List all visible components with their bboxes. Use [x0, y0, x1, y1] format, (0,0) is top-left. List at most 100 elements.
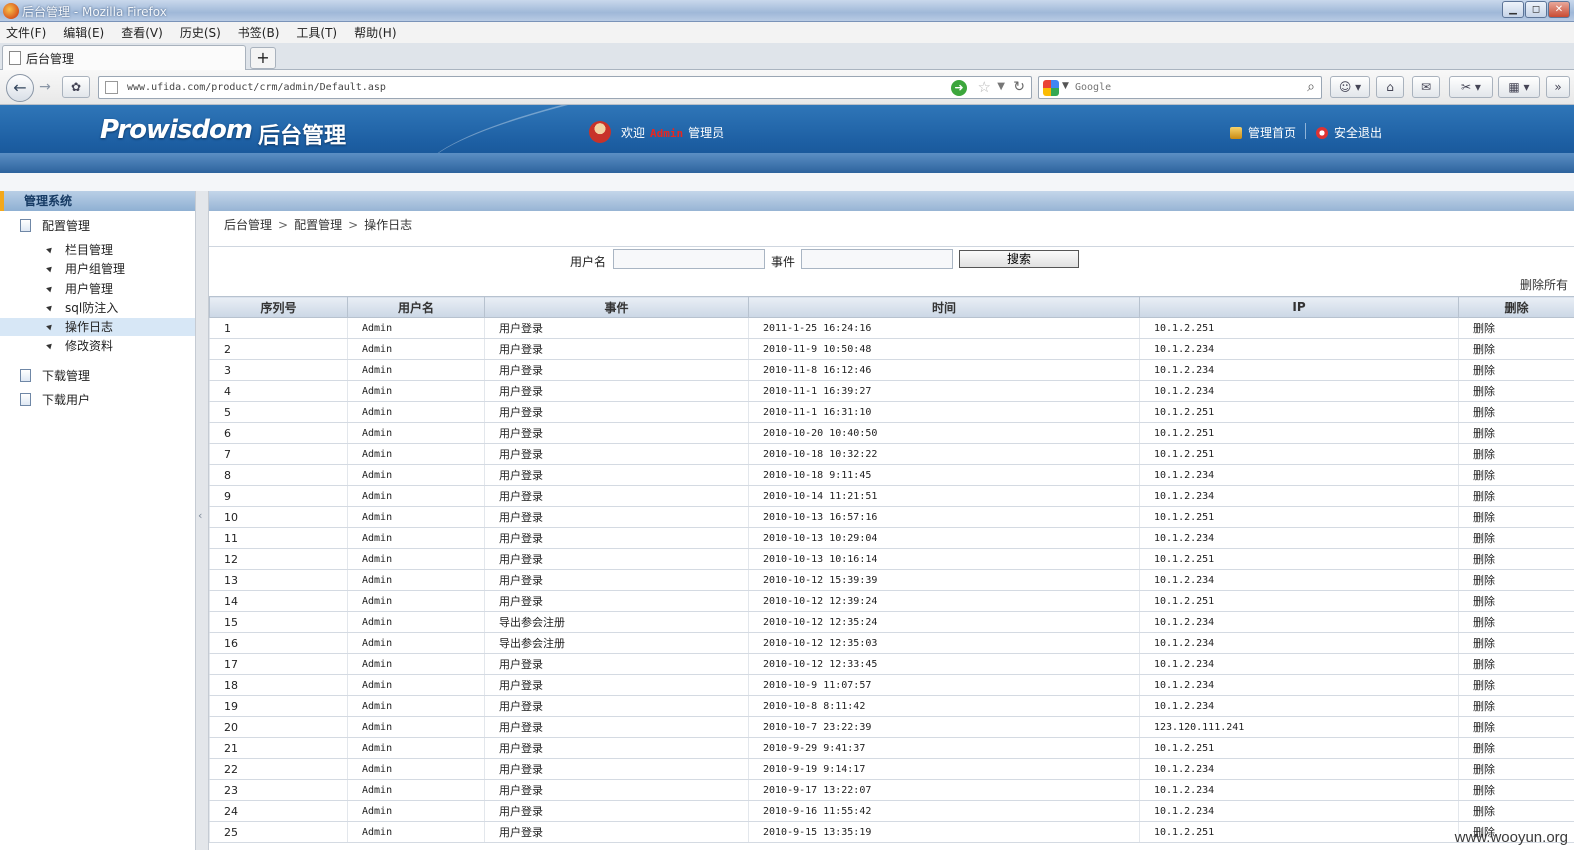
- row-ip: 10.1.2.234: [1139, 485, 1459, 507]
- row-ip: 10.1.2.234: [1139, 674, 1459, 696]
- search-bar[interactable]: ▼ ⌕: [1038, 76, 1322, 99]
- table-row: 14 Admin 用户登录 2010-10-12 12:39:24 10.1.2.251…: [209, 590, 1574, 612]
- row-delete-link[interactable]: 删除: [1458, 380, 1574, 402]
- url-input[interactable]: [127, 79, 927, 96]
- row-delete-link[interactable]: 删除: [1458, 716, 1574, 738]
- home-button[interactable]: ⌂: [1376, 76, 1404, 98]
- magnifier-icon[interactable]: ⌕: [1307, 79, 1315, 95]
- row-delete-link[interactable]: 删除: [1458, 758, 1574, 780]
- row-delete-link[interactable]: 删除: [1458, 632, 1574, 654]
- addon-button[interactable]: ☺ ▾: [1330, 76, 1370, 98]
- google-icon[interactable]: [1043, 80, 1059, 96]
- search-engine-dropdown-icon[interactable]: ▼: [1062, 81, 1069, 91]
- sidebar-group-download-users[interactable]: 下载用户: [20, 391, 90, 408]
- site-identity-button[interactable]: ✿: [62, 76, 90, 98]
- row-id: 14: [209, 590, 348, 612]
- row-delete-link[interactable]: 删除: [1458, 422, 1574, 444]
- row-ip: 10.1.2.251: [1139, 737, 1459, 759]
- delete-all-link[interactable]: 删除所有: [1520, 276, 1568, 293]
- menu-view[interactable]: 查看(V): [121, 24, 163, 41]
- menu-bookmarks[interactable]: 书签(B): [238, 24, 280, 41]
- forward-button[interactable]: →: [35, 79, 55, 97]
- logout-link[interactable]: 安全退出: [1316, 124, 1382, 141]
- row-id: 8: [209, 464, 348, 486]
- bullet-icon: [46, 303, 54, 312]
- overflow-button[interactable]: »: [1546, 76, 1570, 98]
- row-delete-link[interactable]: 删除: [1458, 485, 1574, 507]
- row-event: 用户登录: [484, 653, 749, 675]
- url-bar[interactable]: ➜ ☆ ▼ ↻: [98, 76, 1032, 99]
- new-tab-button[interactable]: +: [250, 47, 276, 69]
- row-time: 2010-10-12 12:39:24: [748, 590, 1140, 612]
- row-username: Admin: [347, 737, 485, 759]
- collapse-arrow-icon[interactable]: ‹: [198, 509, 202, 522]
- row-username: Admin: [347, 695, 485, 717]
- menu-file[interactable]: 文件(F): [6, 24, 46, 41]
- menu-edit[interactable]: 编辑(E): [63, 24, 104, 41]
- bullet-icon: [46, 284, 54, 293]
- event-input[interactable]: [801, 249, 953, 269]
- row-delete-link[interactable]: 删除: [1458, 674, 1574, 696]
- row-delete-link[interactable]: 删除: [1458, 737, 1574, 759]
- row-delete-link[interactable]: 删除: [1458, 548, 1574, 570]
- row-delete-link[interactable]: 删除: [1458, 338, 1574, 360]
- history-dropdown-icon[interactable]: ▼: [997, 81, 1005, 92]
- sidebar-group-downloads[interactable]: 下载管理: [20, 367, 90, 384]
- row-delete-link[interactable]: 删除: [1458, 800, 1574, 822]
- sidebar-item-sql-injection[interactable]: sql防注入: [0, 299, 195, 317]
- back-button[interactable]: ←: [6, 74, 34, 102]
- user-avatar-icon: [589, 121, 611, 143]
- bookmark-star-icon[interactable]: ☆: [978, 78, 991, 96]
- row-delete-link[interactable]: 删除: [1458, 569, 1574, 591]
- row-ip: 10.1.2.251: [1139, 506, 1459, 528]
- extensions-button[interactable]: ▦ ▾: [1498, 76, 1540, 98]
- sidebar-item-edit-profile[interactable]: 修改资料: [0, 337, 195, 355]
- row-time: 2010-10-13 16:57:16: [748, 506, 1140, 528]
- row-delete-link[interactable]: 删除: [1458, 611, 1574, 633]
- table-row: 20 Admin 用户登录 2010-10-7 23:22:39 123.120.111…: [209, 716, 1574, 738]
- admin-home-link[interactable]: 管理首页: [1230, 124, 1296, 141]
- column-header-delete: 删除: [1458, 296, 1574, 318]
- row-delete-link[interactable]: 删除: [1458, 317, 1574, 339]
- row-id: 21: [209, 737, 348, 759]
- breadcrumb-item[interactable]: 配置管理: [294, 218, 342, 232]
- row-username: Admin: [347, 821, 485, 843]
- row-event: 用户登录: [484, 464, 749, 486]
- row-delete-link[interactable]: 删除: [1458, 695, 1574, 717]
- maximize-button[interactable]: ◻: [1525, 1, 1547, 18]
- sidebar-item-user-management[interactable]: 用户管理: [0, 280, 195, 298]
- username-input[interactable]: [613, 249, 765, 269]
- sidebar-item-operation-log[interactable]: 操作日志: [0, 318, 195, 336]
- row-delete-link[interactable]: 删除: [1458, 506, 1574, 528]
- row-delete-link[interactable]: 删除: [1458, 464, 1574, 486]
- row-delete-link[interactable]: 删除: [1458, 401, 1574, 423]
- screenshot-button[interactable]: ✂ ▾: [1449, 76, 1493, 98]
- tab-admin[interactable]: 后台管理: [2, 45, 246, 70]
- table-row: 1 Admin 用户登录 2011-1-25 16:24:16 10.1.2.251 删除: [209, 317, 1574, 339]
- row-id: 16: [209, 632, 348, 654]
- sidebar-group-config[interactable]: 配置管理: [20, 217, 90, 234]
- menu-tools[interactable]: 工具(T): [296, 24, 337, 41]
- search-button[interactable]: 搜索: [959, 250, 1079, 268]
- sidebar-item-column-management[interactable]: 栏目管理: [0, 241, 195, 259]
- minimize-button[interactable]: ▁: [1502, 1, 1524, 18]
- reload-icon[interactable]: ↻: [1013, 79, 1025, 95]
- close-button[interactable]: ✕: [1548, 1, 1570, 18]
- breadcrumb-item[interactable]: 后台管理: [224, 218, 272, 232]
- row-delete-link[interactable]: 删除: [1458, 779, 1574, 801]
- row-delete-link[interactable]: 删除: [1458, 443, 1574, 465]
- search-input[interactable]: [1075, 79, 1295, 96]
- go-icon[interactable]: ➜: [951, 80, 967, 96]
- sidebar-splitter[interactable]: ‹: [195, 191, 209, 850]
- row-delete-link[interactable]: 删除: [1458, 590, 1574, 612]
- table-row: 8 Admin 用户登录 2010-10-18 9:11:45 10.1.2.234 删除: [209, 464, 1574, 486]
- table-row: 19 Admin 用户登录 2010-10-8 8:11:42 10.1.2.234 删除: [209, 695, 1574, 717]
- row-id: 6: [209, 422, 348, 444]
- row-delete-link[interactable]: 删除: [1458, 653, 1574, 675]
- menu-help[interactable]: 帮助(H): [354, 24, 396, 41]
- mail-button[interactable]: ✉: [1412, 76, 1440, 98]
- menu-history[interactable]: 历史(S): [180, 24, 221, 41]
- row-delete-link[interactable]: 删除: [1458, 359, 1574, 381]
- row-delete-link[interactable]: 删除: [1458, 527, 1574, 549]
- sidebar-item-usergroup-management[interactable]: 用户组管理: [0, 260, 195, 278]
